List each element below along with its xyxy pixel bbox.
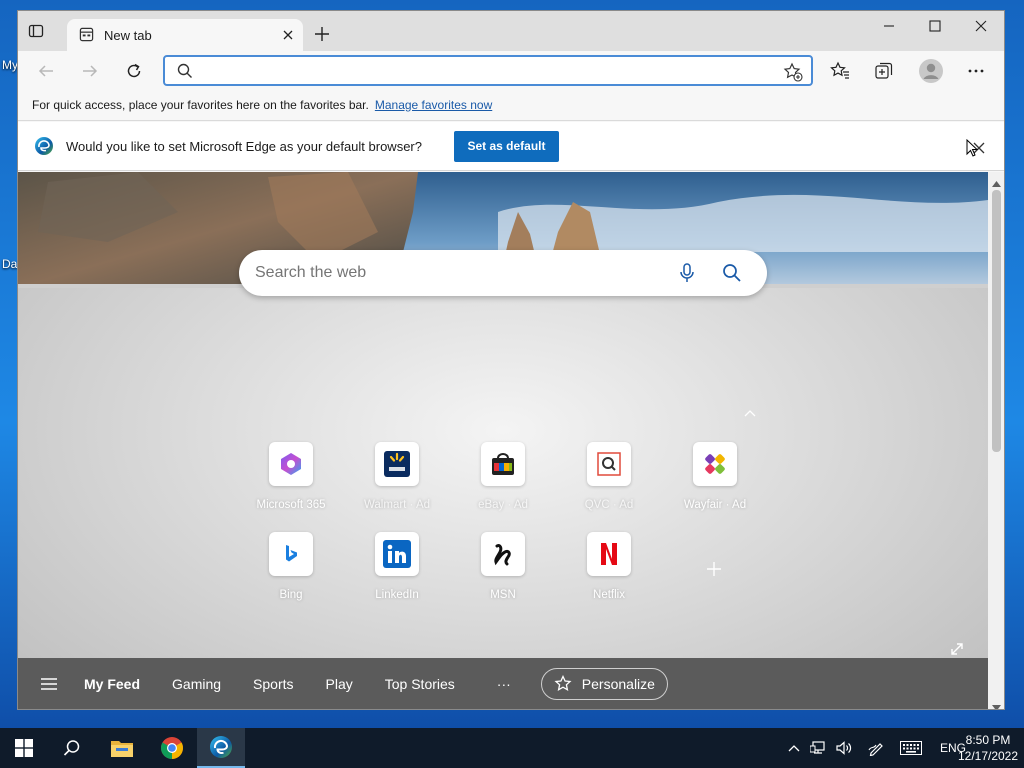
ebay-icon [481, 442, 525, 486]
set-as-default-button[interactable]: Set as default [454, 130, 559, 162]
page-scrollbar[interactable] [988, 172, 1004, 709]
edge-taskbar-icon[interactable] [197, 728, 245, 768]
feed-navigation-bar: My Feed Gaming Sports Play Top Stories ·… [18, 658, 988, 709]
default-browser-infobar: Would you like to set Microsoft Edge as … [18, 122, 1004, 171]
tile-label: Netflix [593, 589, 625, 601]
manage-favorites-link[interactable]: Manage favorites now [375, 98, 492, 112]
windows-taskbar: ENG 8:50 PM 12/17/2022 [0, 728, 1024, 768]
desktop-icon-label-da[interactable]: Da [2, 257, 17, 271]
favorites-bar: For quick access, place your favorites h… [18, 89, 1004, 121]
tile-label: MSN [490, 589, 516, 601]
system-tray: ENG [788, 728, 966, 768]
bing-icon [269, 532, 313, 576]
quick-link-tile[interactable]: MSN [463, 532, 543, 601]
feed-tab-sports[interactable]: Sports [253, 676, 293, 692]
address-input[interactable] [201, 62, 771, 80]
title-bar: New tab [18, 11, 1004, 52]
netflix-icon [587, 532, 631, 576]
navigation-toolbar [18, 51, 1004, 89]
clock-date: 12/17/2022 [957, 749, 1019, 763]
search-submit-icon[interactable] [722, 263, 742, 286]
quick-link-tile[interactable]: Wayfair · Ad [675, 442, 755, 511]
tab-actions-icon[interactable] [28, 23, 44, 39]
quick-link-tile[interactable]: LinkedIn [357, 532, 437, 601]
quick-link-tile[interactable]: Netflix [569, 532, 649, 601]
collapse-quick-links-icon[interactable] [744, 405, 756, 420]
tile-label: Wayfair · Ad [683, 499, 747, 511]
close-window-button[interactable] [958, 11, 1004, 41]
feed-tab-play[interactable]: Play [326, 676, 353, 692]
quick-link-tile[interactable]: Microsoft 365 [251, 442, 331, 511]
back-icon[interactable] [36, 61, 56, 81]
feed-more-icon[interactable]: ··· [497, 676, 511, 692]
pen-workspace-icon[interactable] [868, 740, 884, 756]
desktop-icon-label-my[interactable]: My [2, 58, 18, 72]
file-explorer-icon[interactable] [98, 728, 146, 768]
touch-keyboard-icon[interactable] [900, 741, 922, 755]
quick-link-tile[interactable]: Walmart · Ad [357, 442, 437, 511]
new-tab-button[interactable] [313, 25, 331, 43]
tile-label: Bing [279, 589, 303, 601]
qvc-icon [587, 442, 631, 486]
hamburger-menu-icon[interactable] [40, 677, 58, 691]
wayfair-icon [693, 442, 737, 486]
tab-new-tab[interactable]: New tab [67, 19, 303, 52]
minimize-button[interactable] [866, 11, 912, 41]
quick-link-tile[interactable]: eBay · Ad [463, 442, 543, 511]
search-icon [177, 63, 193, 82]
tile-label: QVC · Ad [584, 499, 634, 511]
profile-avatar[interactable] [918, 58, 944, 84]
scroll-down-icon[interactable] [992, 699, 1001, 709]
taskbar-search-icon[interactable] [48, 728, 96, 768]
tile-label: eBay · Ad [478, 499, 528, 511]
walmart-icon [375, 442, 419, 486]
favorites-bar-message: For quick access, place your favorites h… [32, 97, 369, 112]
maximize-button[interactable] [912, 11, 958, 41]
add-shortcut-icon[interactable] [706, 561, 722, 580]
chrome-icon[interactable] [148, 728, 196, 768]
tile-label: Microsoft 365 [256, 499, 326, 511]
msn-icon [481, 532, 525, 576]
feed-tab-top-stories[interactable]: Top Stories [385, 676, 455, 692]
web-search-input[interactable] [255, 263, 655, 283]
add-favorite-icon[interactable] [783, 62, 803, 85]
personalize-button[interactable]: Personalize [540, 668, 668, 700]
network-icon[interactable] [810, 741, 826, 755]
quick-link-tile[interactable]: QVC · Ad [569, 442, 649, 511]
collections-icon[interactable] [874, 61, 894, 81]
tile-label: LinkedIn [375, 589, 419, 601]
tile-label: Walmart · Ad [363, 499, 431, 511]
default-browser-message: Would you like to set Microsoft Edge as … [66, 138, 422, 154]
new-tab-page: Microsoft 365 Walmart · Ad eBay · Ad QVC… [18, 172, 988, 709]
microsoft-365-icon [269, 442, 313, 486]
quick-link-tile[interactable]: Bing [251, 532, 331, 601]
address-bar[interactable] [163, 55, 813, 86]
personalize-label: Personalize [581, 676, 655, 692]
edge-browser-window: New tab For quick access, place your fav… [17, 10, 1005, 710]
star-settings-icon [554, 675, 572, 693]
dismiss-infobar-icon[interactable] [966, 138, 988, 160]
new-tab-page-icon [79, 27, 94, 45]
linkedin-icon [375, 532, 419, 576]
favorites-icon[interactable] [830, 61, 850, 81]
scroll-up-icon[interactable] [992, 175, 1001, 190]
show-hidden-icons-icon[interactable] [788, 744, 800, 752]
refresh-icon[interactable] [124, 61, 144, 81]
feed-tab-my-feed[interactable]: My Feed [84, 676, 140, 692]
taskbar-clock[interactable]: 8:50 PM 12/17/2022 [955, 732, 1021, 764]
start-button[interactable] [0, 728, 48, 768]
tab-title: New tab [104, 28, 152, 43]
scroll-thumb[interactable] [992, 190, 1001, 452]
edge-logo-icon [34, 136, 54, 156]
close-tab-icon[interactable] [283, 28, 293, 43]
settings-more-icon[interactable] [966, 61, 986, 81]
feed-tab-gaming[interactable]: Gaming [172, 676, 221, 692]
forward-icon[interactable] [80, 61, 100, 81]
clock-time: 8:50 PM [965, 733, 1011, 747]
volume-icon[interactable] [836, 741, 852, 755]
web-search-box[interactable] [239, 250, 767, 296]
microphone-icon[interactable] [679, 263, 695, 286]
expand-page-icon[interactable] [950, 642, 964, 659]
